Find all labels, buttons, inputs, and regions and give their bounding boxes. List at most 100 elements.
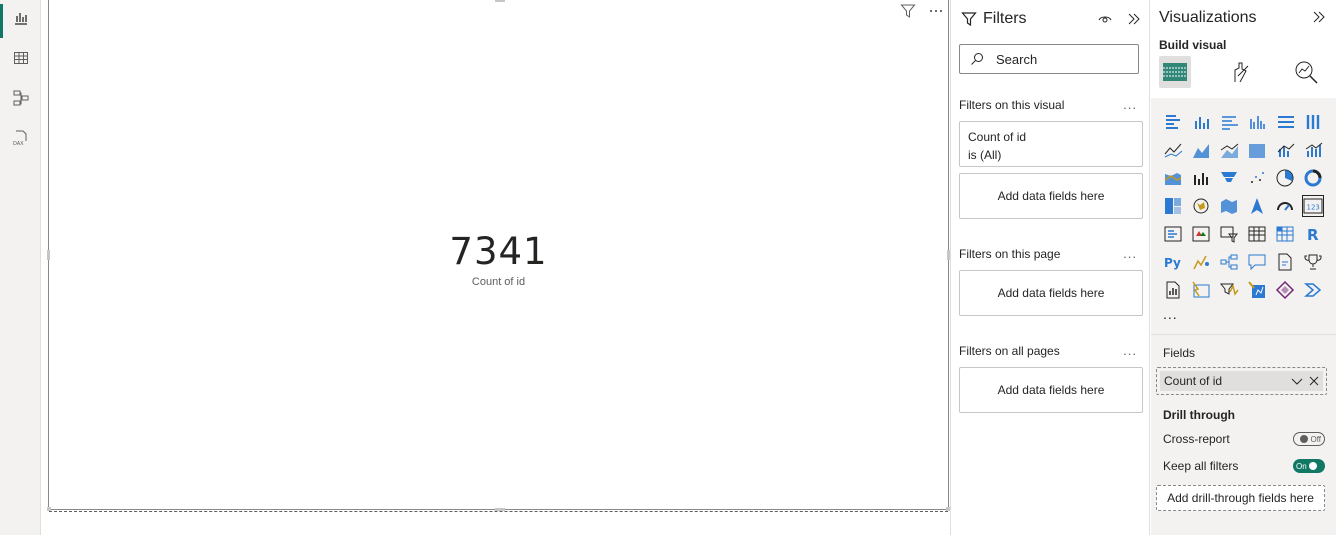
- donut-chart-icon-glyph: [1304, 169, 1322, 187]
- paginated-report-icon[interactable]: [1159, 276, 1187, 304]
- power-apps-icon[interactable]: [1187, 276, 1215, 304]
- metrics-icon-glyph: [1304, 254, 1322, 270]
- decomposition-tree-icon[interactable]: [1215, 248, 1243, 276]
- format-paintbrush-icon: [1234, 62, 1249, 83]
- power-automate-logo-icon[interactable]: [1299, 276, 1327, 304]
- visual-header-tools: [900, 3, 944, 19]
- visual-filter-icon[interactable]: [900, 3, 916, 19]
- visual-filter-drop-zone[interactable]: Add data fields here: [959, 173, 1143, 219]
- svg-text:123: 123: [1307, 204, 1320, 212]
- qa-icon[interactable]: [1243, 248, 1271, 276]
- cross-report-toggle-text: Off: [1310, 434, 1321, 444]
- waterfall-chart-icon-glyph: [1194, 173, 1208, 185]
- stacked-bar-icon[interactable]: [1159, 108, 1187, 136]
- viz-divider: [1151, 334, 1336, 335]
- key-influencers-icon[interactable]: [1187, 248, 1215, 276]
- power-apps-logo-icon[interactable]: [1271, 276, 1299, 304]
- r-visual-icon-glyph: R: [1307, 226, 1319, 244]
- cross-report-toggle[interactable]: Off: [1293, 432, 1325, 446]
- collapse-filters-icon[interactable]: [1127, 12, 1141, 26]
- line-stacked-column-icon[interactable]: [1299, 136, 1327, 164]
- decomposition-tree-icon-glyph: [1220, 254, 1238, 270]
- power-automate-icon-glyph: [1219, 283, 1239, 296]
- format-visual-tab[interactable]: [1225, 56, 1257, 88]
- slicer-icon[interactable]: [1215, 220, 1243, 248]
- visual-bottom-border: [49, 511, 948, 512]
- power-automate-icon[interactable]: [1215, 276, 1243, 304]
- card-icon[interactable]: 123: [1299, 192, 1327, 220]
- resize-handle-top[interactable]: [495, 0, 505, 2]
- stacked-column-icon[interactable]: [1187, 108, 1215, 136]
- smart-narrative-icon[interactable]: [1271, 248, 1299, 276]
- clustered-column-icon-glyph: [1250, 116, 1265, 129]
- chevron-down-icon[interactable]: [1291, 375, 1303, 387]
- funnel-chart-icon[interactable]: [1215, 164, 1243, 192]
- all-pages-filter-drop-zone[interactable]: Add data fields here: [959, 367, 1143, 413]
- more-visuals-button[interactable]: ...: [1163, 306, 1178, 322]
- scatter-chart-icon[interactable]: [1243, 164, 1271, 192]
- area-chart-icon-glyph: [1193, 144, 1209, 158]
- clustered-column-icon[interactable]: [1243, 108, 1271, 136]
- treemap-icon[interactable]: [1159, 192, 1187, 220]
- filled-map-icon[interactable]: [1215, 192, 1243, 220]
- multi-row-card-icon[interactable]: [1159, 220, 1187, 248]
- kpi-icon[interactable]: [1187, 220, 1215, 248]
- filter-card-count-of-id[interactable]: Count of id is (All): [959, 121, 1143, 167]
- build-visual-tab[interactable]: [1159, 56, 1191, 88]
- line-clustered-column-icon-glyph: [1277, 143, 1295, 157]
- azure-map-icon[interactable]: [1243, 192, 1271, 220]
- clustered-bar-icon[interactable]: [1215, 108, 1243, 136]
- report-canvas[interactable]: 7341 Count of id: [41, 0, 950, 535]
- table-view-button[interactable]: [0, 42, 41, 74]
- arcgis-icon[interactable]: [1243, 276, 1271, 304]
- card-visual[interactable]: 7341 Count of id: [47, 0, 950, 512]
- filters-on-all-pages-more-button[interactable]: ...: [1123, 343, 1137, 358]
- gauge-icon[interactable]: [1271, 192, 1299, 220]
- model-view-button[interactable]: [0, 82, 41, 114]
- metrics-icon[interactable]: [1299, 248, 1327, 276]
- line-clustered-column-icon[interactable]: [1271, 136, 1299, 164]
- map-icon[interactable]: [1187, 192, 1215, 220]
- search-icon: [971, 53, 983, 65]
- more-options-icon[interactable]: [928, 3, 944, 19]
- filters-on-page-more-button[interactable]: ...: [1123, 246, 1137, 261]
- line-chart-icon[interactable]: [1159, 136, 1187, 164]
- collapse-viz-icon[interactable]: [1312, 10, 1326, 24]
- r-visual-icon[interactable]: R: [1299, 220, 1327, 248]
- stacked-area-icon[interactable]: [1215, 136, 1243, 164]
- page-filter-drop-zone[interactable]: Add data fields here: [959, 270, 1143, 316]
- report-view-button[interactable]: [0, 2, 41, 38]
- dax-query-view-button[interactable]: DAX: [0, 122, 41, 154]
- smart-narrative-icon-glyph: [1278, 253, 1292, 271]
- donut-chart-icon[interactable]: [1299, 164, 1327, 192]
- 100-column-icon[interactable]: [1299, 108, 1327, 136]
- table-icon[interactable]: [1243, 220, 1271, 248]
- 100-bar-icon[interactable]: [1271, 108, 1299, 136]
- waterfall-chart-icon[interactable]: [1187, 164, 1215, 192]
- filters-title: Filters: [983, 10, 1027, 27]
- filters-search-input[interactable]: Search: [959, 44, 1139, 74]
- close-icon[interactable]: [1309, 376, 1319, 386]
- 100-area-icon[interactable]: [1243, 136, 1271, 164]
- funnel-chart-icon-glyph: [1221, 172, 1237, 182]
- ribbon-chart-icon-glyph: [1164, 173, 1182, 185]
- drill-through-drop-zone[interactable]: Add drill-through fields here: [1156, 485, 1325, 511]
- kpi-icon-glyph: [1192, 226, 1210, 242]
- python-visual-icon-glyph: Py: [1164, 256, 1181, 270]
- filters-on-visual-more-button[interactable]: ...: [1123, 97, 1137, 112]
- cross-report-row: Cross-report Off: [1163, 432, 1325, 446]
- matrix-icon[interactable]: [1271, 220, 1299, 248]
- ribbon-chart-icon[interactable]: [1159, 164, 1187, 192]
- visualizations-title: Visualizations: [1159, 9, 1257, 26]
- resize-handle-corner-bl[interactable]: [47, 507, 51, 511]
- fields-well[interactable]: Count of id: [1156, 367, 1327, 395]
- keep-filters-toggle[interactable]: On: [1293, 459, 1325, 473]
- analytics-tab[interactable]: [1290, 56, 1322, 88]
- python-visual-icon[interactable]: Py: [1159, 248, 1187, 276]
- field-pill[interactable]: Count of id: [1160, 371, 1323, 391]
- eye-icon[interactable]: [1097, 11, 1113, 27]
- resize-handle-bottom[interactable]: [495, 508, 505, 511]
- pie-chart-icon[interactable]: [1271, 164, 1299, 192]
- area-chart-icon[interactable]: [1187, 136, 1215, 164]
- power-apps-logo-icon-glyph: [1275, 280, 1295, 300]
